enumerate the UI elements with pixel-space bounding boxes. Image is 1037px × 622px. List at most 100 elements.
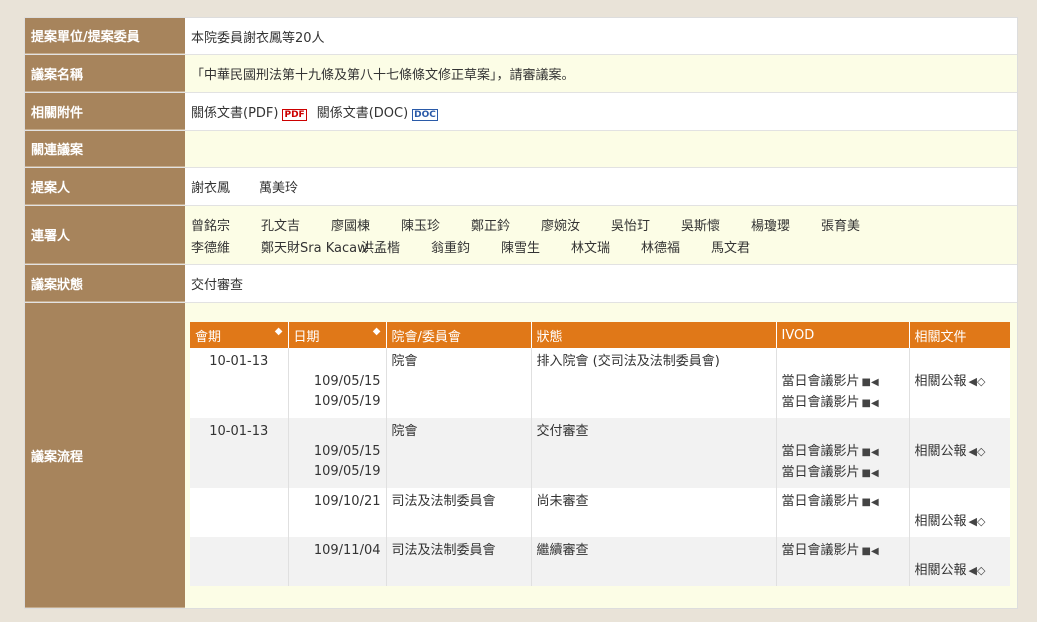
sort-icon[interactable]: ◆ (275, 326, 283, 337)
cell-session (190, 537, 289, 586)
ivod-link[interactable]: 當日會議影片 ■◀ (782, 463, 904, 484)
value-status: 交付審查 (185, 265, 1017, 302)
video-camera-icon: ■◀ (861, 468, 879, 479)
table-row: 109/11/04 司法及法制委員會 繼續審查 當日會議影片 ■◀ 相關公報 ◀◇ (190, 537, 1010, 586)
pdf-icon: PDF (282, 109, 307, 121)
label-bill-name: 議案名稱 (25, 55, 185, 92)
video-camera-icon: ■◀ (861, 546, 879, 557)
video-camera-icon: ■◀ (861, 377, 879, 388)
label-related-bills: 關連議案 (25, 131, 185, 167)
cosigner-name: 林德福 (641, 240, 681, 256)
value-proposers: 謝衣鳳 萬美玲 (185, 168, 1017, 205)
cell-state: 交付審查 (531, 418, 777, 488)
row-proposers: 提案人 謝衣鳳 萬美玲 (25, 168, 1017, 206)
cell-date: 109/10/21 (288, 488, 387, 537)
attachment-doc-label: 關係文書(DOC) (316, 106, 409, 121)
row-attachments: 相關附件 關係文書(PDF) PDF 關係文書(DOC) DOC (25, 93, 1017, 131)
table-row: 10-01-13 109/05/15 109/05/19 院會 交付審查 當日會… (190, 418, 1010, 488)
cell-state: 繼續審查 (531, 537, 777, 586)
gazette-link[interactable]: 相關公報 ◀◇ (915, 512, 1006, 532)
megaphone-icon: ◀◇ (968, 515, 986, 528)
doc-icon: DOC (412, 109, 438, 121)
cell-date: 109/05/15 109/05/19 (288, 348, 387, 418)
th-state: 狀態 (531, 322, 777, 348)
value-cosigners: 曾銘宗 孔文吉 廖國棟 陳玉珍 鄭正鈐 廖婉汝 吳怡玎 吳斯懷 楊瓊瓔 張育美 李德維 鄭天財Sra… (185, 206, 1017, 264)
cell-body: 司法及法制委員會 (386, 537, 532, 586)
cell-ivod: 當日會議影片 ■◀ 當日會議影片 ■◀ (776, 418, 910, 488)
cosigner-name: 林文瑞 (571, 240, 611, 256)
label-status: 議案狀態 (25, 265, 185, 302)
th-date[interactable]: 日期 ◆ (288, 322, 387, 348)
cosigner-name: 鄭正鈐 (471, 218, 511, 234)
gazette-link[interactable]: 相關公報 ◀◇ (915, 561, 1006, 581)
cell-date: 109/05/15 109/05/19 (288, 418, 387, 488)
megaphone-icon: ◀◇ (968, 445, 986, 458)
cell-state: 尚未審查 (531, 488, 777, 537)
cell-state: 排入院會 (交司法及法制委員會) (531, 348, 777, 418)
th-body: 院會/委員會 (386, 322, 532, 348)
attachment-pdf-label: 關係文書(PDF) (191, 106, 279, 121)
cosigner-name: 鄭天財Sra Kacaw (261, 240, 368, 256)
label-attachments: 相關附件 (25, 93, 185, 130)
cosigner-name: 李德維 (191, 240, 231, 256)
video-camera-icon: ■◀ (861, 398, 879, 409)
cosigner-name: 洪孟楷 (361, 240, 401, 256)
table-header-row: 會期 ◆ 日期 ◆ 院會/委員會 狀態 IVOD 相關文件 (190, 322, 1010, 348)
video-camera-icon: ■◀ (861, 497, 879, 508)
cell-body: 司法及法制委員會 (386, 488, 532, 537)
ivod-link[interactable]: 當日會議影片 ■◀ (782, 492, 904, 513)
proposer-name: 萬美玲 (259, 181, 299, 196)
cosigner-name: 翁重鈞 (431, 240, 471, 256)
cell-date: 109/11/04 (288, 537, 387, 586)
value-related-bills (185, 131, 1017, 167)
gazette-link[interactable]: 相關公報 ◀◇ (915, 442, 1006, 462)
cell-session: 10-01-13 (190, 418, 289, 488)
value-process: 會期 ◆ 日期 ◆ 院會/委員會 狀態 IVOD 相關文件 10-01-13 109… (185, 303, 1017, 608)
row-proposer-unit: 提案單位/提案委員 本院委員謝衣鳳等20人 (25, 18, 1017, 55)
label-proposers: 提案人 (25, 168, 185, 205)
cosigner-name: 楊瓊瓔 (751, 218, 791, 234)
ivod-link[interactable]: 當日會議影片 ■◀ (782, 372, 904, 393)
label-process: 議案流程 (25, 303, 185, 608)
value-attachments: 關係文書(PDF) PDF 關係文書(DOC) DOC (185, 93, 1017, 130)
cell-body: 院會 (386, 348, 532, 418)
th-ivod: IVOD (776, 322, 910, 348)
table-row: 10-01-13 109/05/15 109/05/19 院會 排入院會 (交司… (190, 348, 1010, 418)
cell-docs: 相關公報 ◀◇ (909, 537, 1010, 586)
cell-ivod: 當日會議影片 ■◀ (776, 488, 910, 537)
th-session[interactable]: 會期 ◆ (190, 322, 289, 348)
label-cosigners: 連署人 (25, 206, 185, 264)
attachment-doc-link[interactable]: 關係文書(DOC) DOC (317, 102, 438, 121)
attachment-pdf-link[interactable]: 關係文書(PDF) PDF (191, 102, 317, 121)
ivod-link[interactable]: 當日會議影片 ■◀ (782, 541, 904, 562)
value-bill-name: 「中華民國刑法第十九條及第八十七條條文修正草案」，請審議案。 (185, 55, 1017, 92)
cosigner-line-2: 李德維 鄭天財Sra Kacaw洪孟楷 翁重鈞 陳雪生 林文瑞 林德福 馬文君 (191, 237, 781, 256)
cosigner-line-1: 曾銘宗 孔文吉 廖國棟 陳玉珍 鄭正鈐 廖婉汝 吳怡玎 吳斯懷 楊瓊瓔 張育美 (191, 215, 891, 234)
cosigner-name: 陳玉珍 (401, 218, 441, 234)
cell-docs: 相關公報 ◀◇ (909, 348, 1010, 418)
process-table: 會期 ◆ 日期 ◆ 院會/委員會 狀態 IVOD 相關文件 10-01-13 109… (190, 322, 1010, 586)
row-bill-name: 議案名稱 「中華民國刑法第十九條及第八十七條條文修正草案」，請審議案。 (25, 55, 1017, 93)
cell-docs: 相關公報 ◀◇ (909, 488, 1010, 537)
row-cosigners: 連署人 曾銘宗 孔文吉 廖國棟 陳玉珍 鄭正鈐 廖婉汝 吳怡玎 吳斯懷 楊瓊瓔 張育美 李德維 鄭天… (25, 206, 1017, 265)
bill-detail-panel: 提案單位/提案委員 本院委員謝衣鳳等20人 議案名稱 「中華民國刑法第十九條及第… (24, 17, 1018, 609)
cell-ivod: 當日會議影片 ■◀ (776, 537, 910, 586)
sort-icon[interactable]: ◆ (373, 326, 381, 337)
cosigner-name: 張育美 (821, 218, 861, 234)
th-docs: 相關文件 (909, 322, 1010, 348)
cosigner-name: 廖國棟 (331, 218, 371, 234)
label-proposer-unit: 提案單位/提案委員 (25, 18, 185, 54)
cell-session: 10-01-13 (190, 348, 289, 418)
ivod-link[interactable]: 當日會議影片 ■◀ (782, 393, 904, 414)
cell-body: 院會 (386, 418, 532, 488)
row-related-bills: 關連議案 (25, 131, 1017, 168)
gazette-link[interactable]: 相關公報 ◀◇ (915, 372, 1006, 392)
proposer-name: 謝衣鳳 (191, 181, 231, 196)
cosigner-name: 曾銘宗 (191, 218, 231, 234)
value-proposer-unit: 本院委員謝衣鳳等20人 (185, 18, 1017, 54)
cosigner-name: 孔文吉 (261, 218, 301, 234)
video-camera-icon: ■◀ (861, 447, 879, 458)
cell-docs: 相關公報 ◀◇ (909, 418, 1010, 488)
megaphone-icon: ◀◇ (968, 564, 986, 577)
ivod-link[interactable]: 當日會議影片 ■◀ (782, 442, 904, 463)
